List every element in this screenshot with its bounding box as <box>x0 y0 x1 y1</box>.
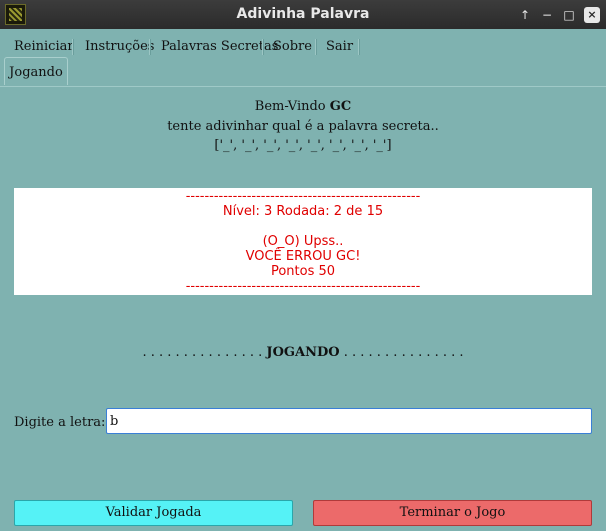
menu-item-palavras-secretas[interactable]: Palavras Secretas <box>161 39 278 54</box>
status-label: JOGANDO <box>266 345 340 360</box>
separator-bottom: ----------------------------------------… <box>185 279 421 294</box>
instruction-text: tente adivinhar qual é a palavra secreta… <box>167 119 439 134</box>
menu-separator <box>72 39 74 55</box>
menu-separator <box>149 39 151 55</box>
menu-item-instrucoes[interactable]: Instruções <box>85 39 154 54</box>
letter-label: Digite a letra: <box>14 415 106 430</box>
tab-jogando[interactable]: Jogando <box>4 57 68 85</box>
status-dots-right: . . . . . . . . . . . . . . . <box>339 345 464 360</box>
letter-input[interactable] <box>106 408 592 434</box>
result-message: VOCÊ ERROU GC! <box>245 249 361 264</box>
window-controls: ↑ − □ × <box>514 0 606 29</box>
keep-above-icon[interactable]: ↑ <box>514 0 536 29</box>
close-icon: × <box>584 6 600 23</box>
welcome-line: Bem-Vindo GC <box>0 99 606 114</box>
end-game-button[interactable]: Terminar o Jogo <box>313 500 592 526</box>
welcome-greeting: Bem-Vindo <box>254 99 330 114</box>
points-text: Pontos 50 <box>270 264 336 279</box>
status-dots-left: . . . . . . . . . . . . . . . <box>142 345 267 360</box>
game-status: . . . . . . . . . . . . . . . JOGANDO . … <box>0 345 606 360</box>
menu-item-sair[interactable]: Sair <box>326 39 353 54</box>
menu-separator <box>315 39 317 55</box>
tab-bar: Jogando <box>0 57 606 87</box>
level-text: Nível: 3 Rodada: 2 de 15 <box>222 204 384 219</box>
menu-item-sobre[interactable]: Sobre <box>273 39 312 54</box>
menu-bar: Reiniciar Instruções Palavras Secretas S… <box>0 29 606 59</box>
word-pattern: ['_', '_', '_', '_', '_', '_', '_', '_'] <box>214 138 392 153</box>
menu-separator <box>262 39 264 55</box>
close-button[interactable]: × <box>580 0 604 29</box>
menu-separator <box>358 39 360 55</box>
result-face: (O_O) Upss.. <box>262 234 344 249</box>
validate-button[interactable]: Validar Jogada <box>14 500 293 526</box>
separator-top: ----------------------------------------… <box>185 189 421 204</box>
result-panel: ----------------------------------------… <box>14 188 592 295</box>
player-name: GC <box>329 99 352 114</box>
title-bar: Adivinha Palavra ↑ − □ × <box>0 0 606 29</box>
minimize-icon[interactable]: − <box>536 0 558 29</box>
maximize-icon[interactable]: □ <box>558 0 580 29</box>
menu-item-reiniciar[interactable]: Reiniciar <box>14 39 74 54</box>
